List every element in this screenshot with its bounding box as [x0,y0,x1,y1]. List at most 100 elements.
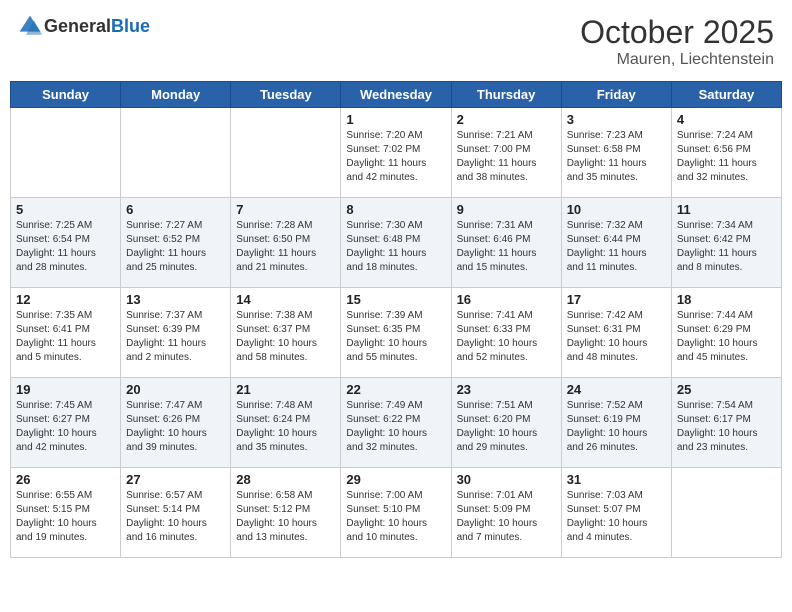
cell-info: Sunrise: 7:54 AMSunset: 6:17 PMDaylight:… [677,399,776,455]
day-number: 31 [567,472,666,487]
calendar-cell: 27Sunrise: 6:57 AMSunset: 5:14 PMDayligh… [121,468,231,558]
calendar-cell: 14 Sunrise: 7:38 AMSunset: 6:37 PMDayligh… [231,288,341,378]
calendar-cell: 24 Sunrise: 7:52 AMSunset: 6:19 PMDayligh… [561,378,671,468]
cell-info: Sunrise: 7:20 AMSunset: 7:02 PMDaylight:… [346,129,445,185]
calendar-cell: 5 Sunrise: 7:25 AMSunset: 6:54 PMDaylight… [11,198,121,288]
calendar-cell: 9Sunrise: 7:31 AMSunset: 6:46 PMDaylight… [451,198,561,288]
cell-info: Sunrise: 7:03 AMSunset: 5:07 PMDaylight:… [567,489,666,545]
calendar-cell [11,108,121,198]
day-number: 5 [16,202,115,217]
calendar-cell [121,108,231,198]
day-header-saturday: Saturday [671,82,781,108]
week-row-3: 12 Sunrise: 7:35 AMSunset: 6:41 PMDayligh… [11,288,782,378]
page-header: GeneralBlue October 2025 Mauren, Liechte… [10,10,782,73]
day-number: 29 [346,472,445,487]
day-number: 3 [567,112,666,127]
calendar-cell: 15 Sunrise: 7:39 AMSunset: 6:35 PMDayligh… [341,288,451,378]
calendar-cell: 21 Sunrise: 7:48 AMSunset: 6:24 PMDayligh… [231,378,341,468]
day-header-thursday: Thursday [451,82,561,108]
week-row-1: 1 Sunrise: 7:20 AMSunset: 7:02 PMDaylight… [11,108,782,198]
day-number: 8 [346,202,445,217]
cell-info: Sunrise: 7:47 AMSunset: 6:26 PMDaylight:… [126,399,225,455]
calendar-cell: 25 Sunrise: 7:54 AMSunset: 6:17 PMDayligh… [671,378,781,468]
logo-blue-text: Blue [111,16,150,36]
day-number: 17 [567,292,666,307]
day-number: 12 [16,292,115,307]
calendar-table: SundayMondayTuesdayWednesdayThursdayFrid… [10,81,782,558]
day-number: 27 [126,472,225,487]
cell-info: Sunrise: 7:30 AMSunset: 6:48 PMDaylight:… [346,219,445,275]
day-number: 19 [16,382,115,397]
day-header-monday: Monday [121,82,231,108]
calendar-cell: 19 Sunrise: 7:45 AMSunset: 6:27 PMDayligh… [11,378,121,468]
cell-info: Sunrise: 7:45 AMSunset: 6:27 PMDaylight:… [16,399,115,455]
day-header-wednesday: Wednesday [341,82,451,108]
calendar-cell: 29Sunrise: 7:00 AMSunset: 5:10 PMDayligh… [341,468,451,558]
day-number: 1 [346,112,445,127]
day-header-row: SundayMondayTuesdayWednesdayThursdayFrid… [11,82,782,108]
calendar-cell: 22 Sunrise: 7:49 AMSunset: 6:22 PMDayligh… [341,378,451,468]
week-row-2: 5 Sunrise: 7:25 AMSunset: 6:54 PMDaylight… [11,198,782,288]
day-number: 26 [16,472,115,487]
day-number: 14 [236,292,335,307]
cell-info: Sunrise: 6:58 AMSunset: 5:12 PMDaylight:… [236,489,335,545]
day-number: 28 [236,472,335,487]
week-row-5: 26 Sunrise: 6:55 AMSunset: 5:15 PMDayligh… [11,468,782,558]
cell-info: Sunrise: 7:01 AMSunset: 5:09 PMDaylight:… [457,489,556,545]
calendar-body: 1 Sunrise: 7:20 AMSunset: 7:02 PMDaylight… [11,108,782,558]
logo: GeneralBlue [18,14,150,38]
calendar-cell: 30 Sunrise: 7:01 AMSunset: 5:09 PMDayligh… [451,468,561,558]
day-number: 30 [457,472,556,487]
cell-info: Sunrise: 7:24 AMSunset: 6:56 PMDaylight:… [677,129,776,185]
cell-info: Sunrise: 7:51 AMSunset: 6:20 PMDaylight:… [457,399,556,455]
cell-info: Sunrise: 7:27 AMSunset: 6:52 PMDaylight:… [126,219,225,275]
calendar-cell: 13Sunrise: 7:37 AMSunset: 6:39 PMDayligh… [121,288,231,378]
calendar-cell: 16Sunrise: 7:41 AMSunset: 6:33 PMDayligh… [451,288,561,378]
month-title: October 2025 [580,14,774,51]
cell-info: Sunrise: 6:55 AMSunset: 5:15 PMDaylight:… [16,489,115,545]
day-number: 16 [457,292,556,307]
cell-info: Sunrise: 7:42 AMSunset: 6:31 PMDaylight:… [567,309,666,365]
cell-info: Sunrise: 7:31 AMSunset: 6:46 PMDaylight:… [457,219,556,275]
cell-info: Sunrise: 7:23 AMSunset: 6:58 PMDaylight:… [567,129,666,185]
cell-info: Sunrise: 7:48 AMSunset: 6:24 PMDaylight:… [236,399,335,455]
week-row-4: 19 Sunrise: 7:45 AMSunset: 6:27 PMDayligh… [11,378,782,468]
calendar-cell: 28 Sunrise: 6:58 AMSunset: 5:12 PMDayligh… [231,468,341,558]
day-header-friday: Friday [561,82,671,108]
logo-icon [18,14,42,38]
day-number: 23 [457,382,556,397]
day-number: 21 [236,382,335,397]
day-number: 15 [346,292,445,307]
cell-info: Sunrise: 7:25 AMSunset: 6:54 PMDaylight:… [16,219,115,275]
cell-info: Sunrise: 7:44 AMSunset: 6:29 PMDaylight:… [677,309,776,365]
title-block: October 2025 Mauren, Liechtenstein [580,14,774,69]
cell-info: Sunrise: 7:38 AMSunset: 6:37 PMDaylight:… [236,309,335,365]
cell-info: Sunrise: 7:52 AMSunset: 6:19 PMDaylight:… [567,399,666,455]
day-header-tuesday: Tuesday [231,82,341,108]
cell-info: Sunrise: 7:21 AMSunset: 7:00 PMDaylight:… [457,129,556,185]
cell-info: Sunrise: 7:49 AMSunset: 6:22 PMDaylight:… [346,399,445,455]
cell-info: Sunrise: 7:39 AMSunset: 6:35 PMDaylight:… [346,309,445,365]
day-number: 4 [677,112,776,127]
day-header-sunday: Sunday [11,82,121,108]
day-number: 25 [677,382,776,397]
cell-info: Sunrise: 7:28 AMSunset: 6:50 PMDaylight:… [236,219,335,275]
calendar-cell: 3 Sunrise: 7:23 AMSunset: 6:58 PMDaylight… [561,108,671,198]
day-number: 7 [236,202,335,217]
day-number: 18 [677,292,776,307]
day-number: 22 [346,382,445,397]
cell-info: Sunrise: 7:35 AMSunset: 6:41 PMDaylight:… [16,309,115,365]
calendar-cell: 6Sunrise: 7:27 AMSunset: 6:52 PMDaylight… [121,198,231,288]
calendar-cell: 17 Sunrise: 7:42 AMSunset: 6:31 PMDayligh… [561,288,671,378]
calendar-cell [671,468,781,558]
day-number: 13 [126,292,225,307]
day-number: 11 [677,202,776,217]
calendar-cell: 18 Sunrise: 7:44 AMSunset: 6:29 PMDayligh… [671,288,781,378]
calendar-cell: 26 Sunrise: 6:55 AMSunset: 5:15 PMDayligh… [11,468,121,558]
day-number: 24 [567,382,666,397]
calendar-cell: 31 Sunrise: 7:03 AMSunset: 5:07 PMDayligh… [561,468,671,558]
calendar-cell: 1 Sunrise: 7:20 AMSunset: 7:02 PMDaylight… [341,108,451,198]
calendar-cell: 4 Sunrise: 7:24 AMSunset: 6:56 PMDaylight… [671,108,781,198]
day-number: 20 [126,382,225,397]
calendar-cell: 10Sunrise: 7:32 AMSunset: 6:44 PMDayligh… [561,198,671,288]
